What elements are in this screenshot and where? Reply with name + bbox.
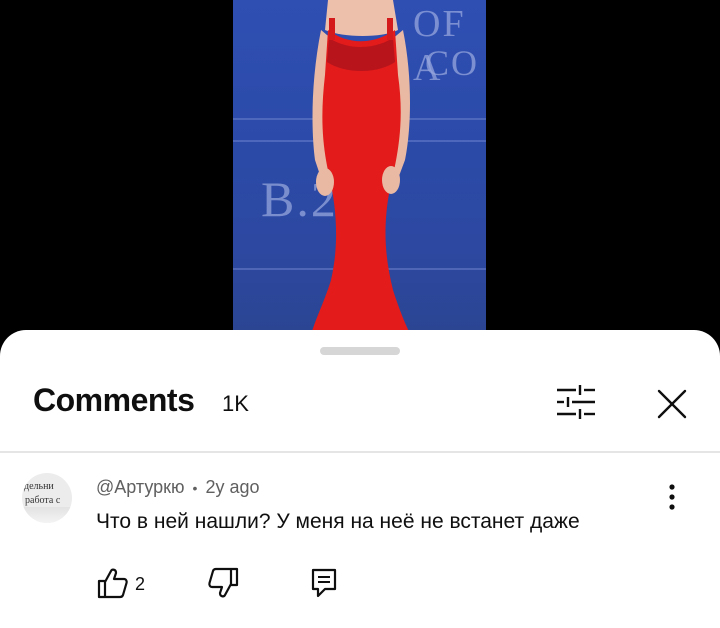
avatar-text: дельни (24, 481, 54, 492)
avatar-text: работа с (25, 495, 61, 506)
comment-meta: @Артуркю • 2y ago (96, 477, 260, 498)
comment-more-button[interactable] (660, 482, 684, 512)
thumbs-down-icon (208, 567, 239, 598)
video-frame[interactable]: OF A CO B.2 1 (233, 0, 486, 335)
drag-handle[interactable] (320, 347, 400, 355)
reply-button[interactable] (309, 567, 339, 599)
more-vertical-icon (669, 484, 675, 510)
header-divider (0, 451, 720, 453)
screen: OF A CO B.2 1 Comments 1K дельни работа … (0, 0, 720, 628)
comment-time: 2y ago (205, 477, 260, 497)
comments-sheet: Comments 1K дельни работа с @Артуркю • 2… (0, 330, 720, 628)
close-button[interactable] (650, 382, 694, 426)
sliders-icon (557, 385, 595, 419)
avatar[interactable]: дельни работа с (22, 473, 72, 523)
sort-filter-button[interactable] (552, 382, 600, 422)
comment-text: Что в ней нашли? У меня на неё не встане… (96, 510, 580, 533)
close-icon (657, 389, 687, 419)
like-count: 2 (135, 574, 146, 594)
comment-author[interactable]: @Артуркю (96, 477, 185, 497)
thumbs-up-icon (97, 568, 128, 599)
model-in-red-dress (311, 0, 411, 335)
avatar-background (22, 507, 72, 523)
comments-count: 1K (222, 391, 249, 416)
like-button[interactable] (95, 567, 129, 599)
meta-separator: • (192, 480, 198, 496)
dislike-button[interactable] (207, 567, 241, 599)
reply-icon (311, 568, 337, 598)
comments-title: Comments (33, 382, 195, 418)
